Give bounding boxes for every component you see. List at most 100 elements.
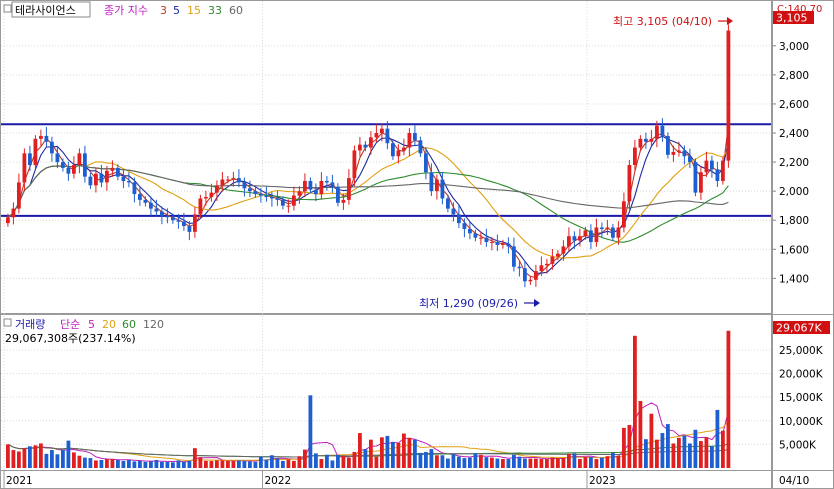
price-tick-label: 2,000 [779,186,809,198]
candle-body [143,199,148,203]
volume-bar [220,460,225,468]
candle-body [182,221,186,227]
volume-bar [435,455,439,468]
candle-body [418,140,423,154]
volume-bar [248,461,252,468]
candle-body [358,144,362,151]
volume-bar [644,439,648,468]
candle-body [193,214,197,232]
candle-body [583,230,588,237]
candle-body [314,189,318,195]
volume-bar [264,459,269,468]
volume-bar [517,456,522,468]
candle-body [633,147,637,165]
volume-bar [572,453,577,468]
candle-body [440,179,445,199]
volume-bar [457,456,461,468]
candle-body [501,243,505,245]
candle-body [688,156,692,163]
volume-bar [495,458,500,468]
volume-bar [484,457,489,468]
candle-body [99,173,104,183]
candle-body [132,182,137,195]
volume-bar [385,435,390,468]
volume-bar [242,460,247,468]
volume-bar [440,455,445,468]
x-axis-frame [0,470,772,489]
volume-bar [83,457,87,468]
candle-body [116,167,120,177]
candle-body [204,196,208,199]
volume-bar [308,395,313,468]
volume-bar [237,460,241,468]
candle-body [429,172,434,192]
candle-body [545,263,549,266]
volume-bar [198,457,203,468]
candle-body [94,173,98,186]
candle-body [627,164,632,202]
candle-body [330,182,335,187]
candle-body [165,215,170,218]
candle-body [28,153,32,165]
volume-bar [209,460,214,468]
price-tick-label: 1,400 [779,273,809,285]
volume-bar [165,461,170,468]
volume-bar [11,450,16,468]
candle-body [72,164,76,174]
volume-bar [325,454,329,468]
candle-body [655,125,659,139]
high-annotation-text: 최고 3,105 (04/10) [613,15,712,28]
price-ma-3: 3 [160,4,167,17]
volume-bar [396,442,401,468]
candle-body [506,243,511,247]
volume-bar [556,458,560,468]
candle-body [17,182,21,209]
volume-bar [589,457,593,468]
candle-body [198,198,203,215]
volume-bar [352,451,357,468]
candle-body [215,185,219,193]
volume-bar [726,330,731,468]
volume-bar [721,430,725,468]
volume-bar [204,460,208,468]
volume-bar [347,457,351,468]
candle-body [721,160,725,181]
stock-name[interactable]: 테라사이언스 [15,4,76,17]
volume-bar [649,413,654,468]
volume-bar [704,437,709,468]
volume-bar [105,459,109,468]
volume-total: 29,067,308주(237.14%) [5,332,136,345]
volume-bar [253,461,258,468]
candle-body [572,236,577,241]
candle-body [220,179,225,186]
candle-body [160,211,164,216]
volume-tick-label: 25,000K [779,345,824,357]
candle-body [682,150,687,157]
volume-bar [176,460,181,468]
candle-body [704,160,709,173]
volume-bar [61,450,65,468]
volume-bar [187,460,192,468]
volume-bar [523,458,527,468]
candle-body [644,138,648,142]
volume-bar [660,433,665,468]
candle-body [6,217,10,224]
volume-bar [231,460,236,468]
volume-bar [77,455,82,468]
volume-bar [336,454,340,468]
volume-bar [380,437,384,468]
volume-bar [688,443,692,468]
volume-bar [132,461,137,468]
candle-body [622,201,626,228]
volume-bar [655,439,659,468]
volume-bar [39,443,43,468]
candle-body [33,138,38,165]
volume-bar [121,460,126,468]
volume-bar [605,456,610,468]
last-volume-tag: 29,067K [776,322,822,335]
price-ma-5: 5 [173,4,180,17]
volume-bar [424,451,428,468]
volume-tick-label: 15,000K [779,392,824,404]
candle-body [517,266,522,269]
price-tick-label: 2,400 [779,128,809,140]
